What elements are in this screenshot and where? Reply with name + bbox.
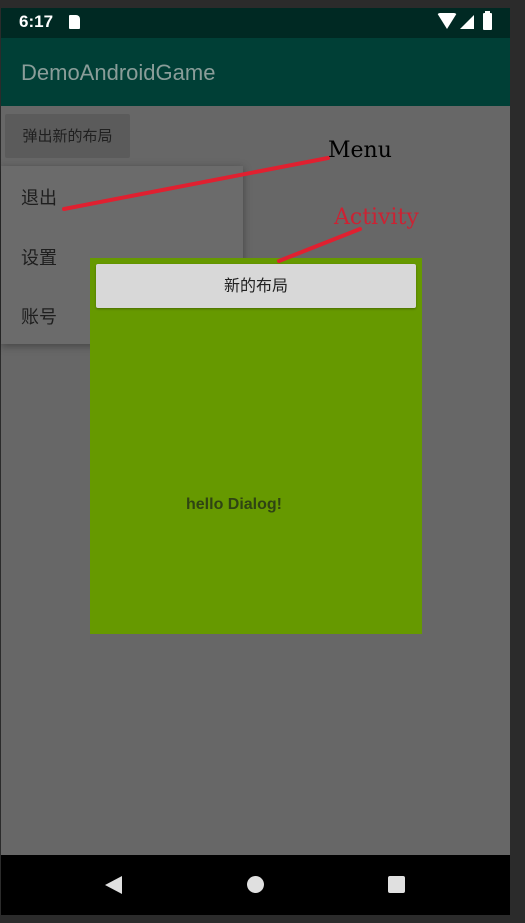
home-icon[interactable] bbox=[247, 876, 264, 893]
menu-item-settings[interactable]: 设置 bbox=[21, 244, 57, 270]
main-content: 弹出新的布局 退出 设置 账号 新的布局 hello Dialog! bbox=[1, 106, 510, 855]
menu-item-exit[interactable]: 退出 bbox=[21, 184, 57, 210]
status-time: 6:17 bbox=[19, 12, 54, 31]
battery-icon bbox=[483, 11, 492, 30]
dialog-message: hello Dialog! bbox=[186, 496, 282, 513]
menu-annotation-label: Menu bbox=[328, 138, 392, 163]
activity-annotation-label: Activity bbox=[334, 205, 419, 230]
popup-new-layout-button[interactable]: 弹出新的布局 bbox=[5, 114, 130, 158]
android-device-screen: 6:17 DemoAndroidGame 弹出新的布局 退出 设置 账号 新的布… bbox=[0, 0, 525, 923]
menu-item-account[interactable]: 账号 bbox=[21, 303, 57, 329]
recents-icon[interactable] bbox=[388, 876, 405, 893]
navigation-bar bbox=[1, 855, 510, 915]
back-icon[interactable] bbox=[105, 876, 122, 894]
status-bar: 6:17 bbox=[1, 8, 510, 38]
signal-icon bbox=[460, 15, 474, 29]
app-bar: DemoAndroidGame bbox=[1, 38, 510, 106]
dialog-activity: 新的布局 hello Dialog! bbox=[90, 258, 422, 634]
wifi-icon bbox=[437, 13, 457, 29]
app-title: DemoAndroidGame bbox=[21, 60, 216, 85]
new-layout-button[interactable]: 新的布局 bbox=[96, 264, 416, 308]
sd-card-icon bbox=[69, 15, 80, 29]
